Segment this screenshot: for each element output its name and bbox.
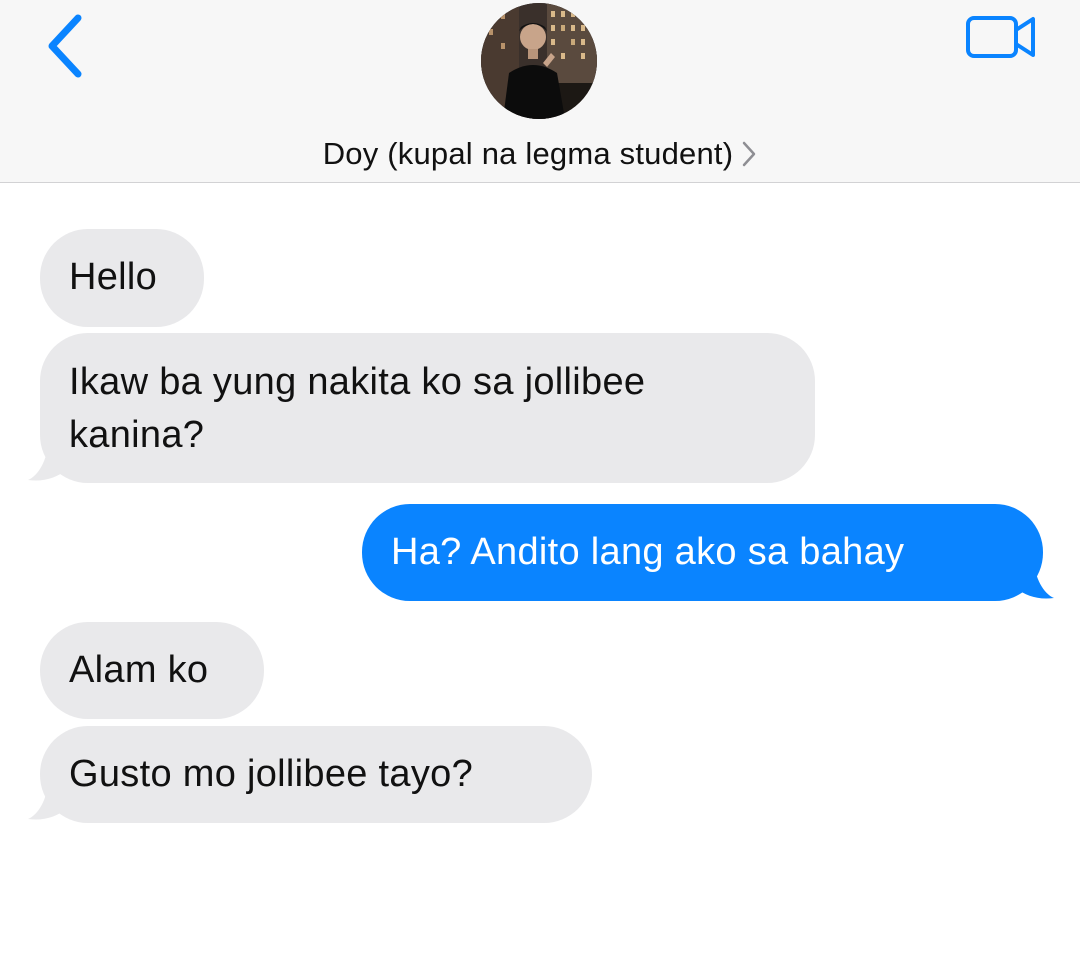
- chevron-right-icon: [741, 140, 757, 168]
- message-text: Ikaw ba yung nakita ko sa jollibee kanin…: [69, 361, 646, 456]
- avatar-photo: [481, 3, 597, 119]
- contact-name: Doy (kupal na legma student): [322, 136, 734, 171]
- message-text: Ha? Andito lang ako sa bahay: [391, 531, 905, 573]
- message-bubble-outgoing[interactable]: Ha? Andito lang ako sa bahay: [362, 504, 1043, 601]
- back-button[interactable]: [36, 8, 92, 84]
- contact-avatar[interactable]: [481, 3, 597, 119]
- video-call-button[interactable]: [962, 12, 1040, 62]
- conversation-header: Doy (kupal na legma student): [0, 0, 1080, 183]
- chevron-left-icon: [48, 14, 82, 78]
- message-text: Hello: [69, 256, 158, 298]
- message-bubble-incoming[interactable]: Alam ko: [40, 622, 264, 719]
- message-bubble-incoming[interactable]: Hello: [40, 229, 204, 327]
- video-camera-icon: [966, 16, 1035, 58]
- message-bubble-incoming[interactable]: Gusto mo jollibee tayo?: [40, 726, 592, 823]
- contact-name-button[interactable]: Doy (kupal na legma student): [0, 132, 1080, 176]
- message-text: Gusto mo jollibee tayo?: [69, 753, 474, 795]
- message-text: Alam ko: [69, 649, 209, 691]
- message-bubble-incoming[interactable]: Ikaw ba yung nakita ko sa jollibee kanin…: [40, 333, 815, 483]
